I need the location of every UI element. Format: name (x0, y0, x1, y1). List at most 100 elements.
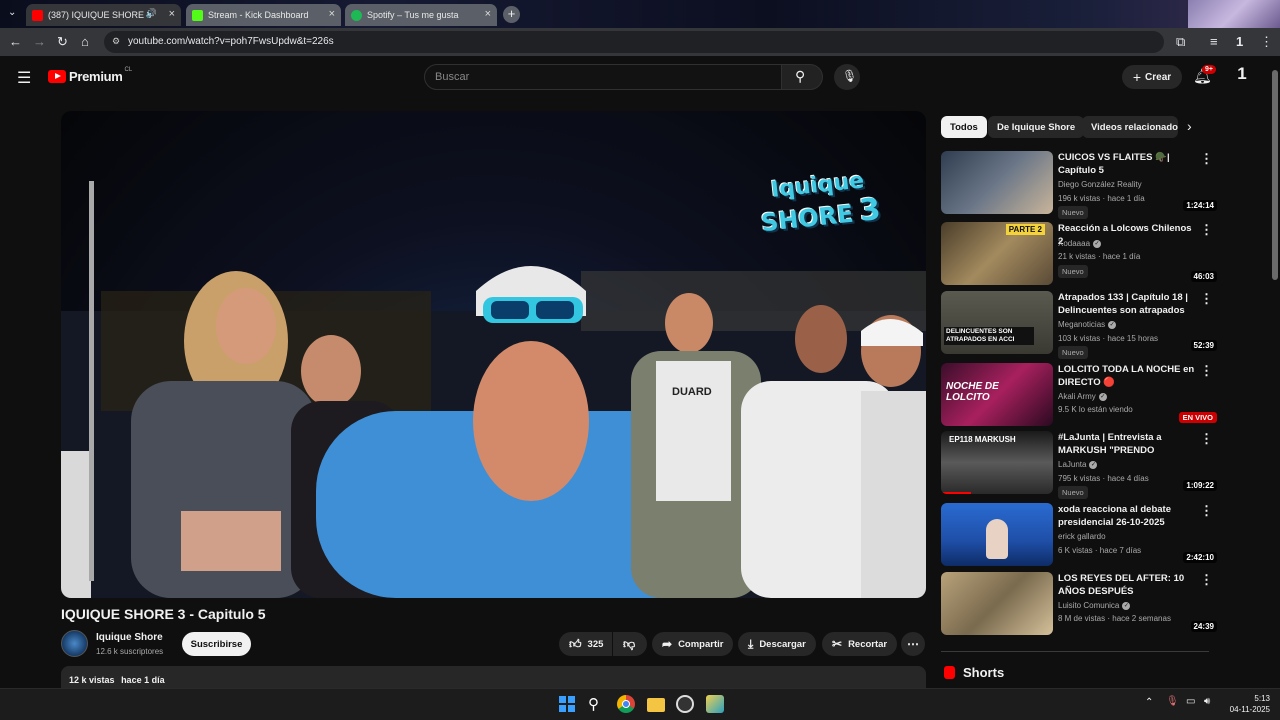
search-placeholder: Buscar (435, 71, 470, 83)
search-input[interactable]: Buscar (424, 64, 782, 90)
video-thumbnail[interactable]: DELINCUENTES SON ATRAPADOS EN ACCI (941, 291, 1053, 354)
share-icon: ➦ (662, 637, 673, 651)
dislike-button[interactable]: 👎︎ (613, 632, 647, 656)
forward-icon[interactable]: → (33, 35, 46, 48)
taskbar-clock[interactable]: 5:13 04-11-2025 (1230, 693, 1270, 715)
thumb-caption: NOCHE DE LOLCITO (946, 381, 999, 403)
site-info-icon[interactable]: ⚙ (112, 36, 120, 47)
rec-title[interactable]: xoda reacciona al debate presidencial 26… (1058, 503, 1195, 529)
rec-channel[interactable]: Akali Army ✓ (1058, 392, 1107, 401)
video-thumbnail[interactable]: NOCHE DE LOLCITO (941, 363, 1053, 426)
channel-avatar[interactable] (61, 630, 88, 657)
iquique-shore-logo: Iquique SHORE 3 (747, 166, 896, 270)
more-actions-button[interactable]: ⋯ (901, 632, 925, 656)
app-icon[interactable] (706, 695, 724, 713)
chip-all[interactable]: Todos (941, 116, 987, 138)
tab-youtube[interactable]: (387) IQUIQUE SHORE 3 🔊 × (26, 4, 181, 26)
tab-kick[interactable]: Stream - Kick Dashboard × (186, 4, 341, 26)
more-options-icon[interactable]: ⋮ (1200, 572, 1213, 588)
more-options-icon[interactable]: ⋮ (1200, 151, 1213, 167)
thumb-caption: EP118 MARKUSH (949, 435, 1016, 444)
tab-search-icon[interactable]: ⌄ (8, 8, 16, 18)
close-tab-icon[interactable]: × (329, 8, 335, 20)
download-button[interactable]: ⤓ Descargar (738, 632, 816, 656)
chip-related[interactable]: Videos relacionados (1082, 116, 1178, 138)
show-hidden-icons-icon[interactable]: ⌃ (1145, 697, 1153, 708)
more-options-icon[interactable]: ⋮ (1200, 222, 1213, 238)
subscribe-button[interactable]: Suscribirse (182, 632, 251, 656)
extensions-icon[interactable]: ⧉ (1176, 35, 1185, 48)
rec-title[interactable]: Atrapados 133 | Capítulo 18 | Delincuent… (1058, 291, 1195, 317)
rec-title[interactable]: CUICOS VS FLAITES 🪖| Capítulo 5 (1058, 151, 1195, 177)
rec-channel[interactable]: Diego González Reality (1058, 180, 1142, 189)
hamburger-menu-icon[interactable]: ☰ (17, 68, 31, 88)
search-button[interactable]: ⚲ (781, 64, 823, 90)
rec-channel[interactable]: erick gallardo (1058, 532, 1106, 541)
share-button[interactable]: ➦ Compartir (652, 632, 734, 656)
rec-channel[interactable]: LaJunta ✓ (1058, 460, 1098, 469)
rec-title[interactable]: #LaJunta | Entrevista a MARKUSH "PRENDO … (1058, 431, 1195, 457)
chrome-icon[interactable] (617, 695, 635, 713)
recommendation-item[interactable]: PARTE 2 46:03 Reacción a Lolcows Chileno… (941, 222, 1221, 286)
audio-icon[interactable]: 🔊 (146, 8, 157, 19)
voice-search-button[interactable]: 🎙︎ (834, 64, 860, 90)
plus-icon: + (1132, 69, 1142, 85)
channel-label: Luisito Comunica (1058, 601, 1120, 610)
more-options-icon[interactable]: ⋮ (1200, 363, 1213, 379)
recommendation-item[interactable]: EP118 MARKUSH 1:09:22 #LaJunta | Entrevi… (941, 431, 1221, 499)
microphone-tray-icon[interactable]: 🎙︎ (1166, 696, 1179, 707)
recommendation-item[interactable]: 2:42:10 xoda reacciona al debate preside… (941, 503, 1221, 567)
profile-icon[interactable]: 1 (1236, 35, 1243, 48)
windows-start-icon[interactable] (558, 695, 576, 713)
download-icon: ⤓ (748, 636, 754, 651)
reload-icon[interactable]: ↻ (57, 35, 68, 48)
file-explorer-icon[interactable] (647, 698, 665, 712)
account-avatar[interactable]: 1 (1231, 64, 1253, 88)
youtube-logo[interactable]: Premium CL (48, 67, 132, 84)
rec-channel[interactable]: Meganoticias ✓ (1058, 320, 1117, 329)
media-controls-icon[interactable]: ≡ (1210, 35, 1218, 48)
video-thumbnail[interactable] (941, 503, 1053, 566)
recommendation-item[interactable]: 1:24:14 CUICOS VS FLAITES 🪖| Capítulo 5 … (941, 151, 1221, 219)
more-options-icon[interactable]: ⋮ (1200, 503, 1213, 519)
rec-meta: 21 k vistas · hace 1 día (1058, 252, 1141, 261)
address-bar[interactable]: ⚙ youtube.com/watch?v=poh7FwsUpdw&t=226s (104, 31, 1164, 53)
chip-from-channel[interactable]: De Iquique Shore (988, 116, 1085, 138)
tab-spotify[interactable]: Spotify – Tus me gusta × (345, 4, 497, 26)
thumb-caption: PARTE 2 (1005, 224, 1045, 235)
more-options-icon[interactable]: ⋮ (1200, 431, 1213, 447)
rec-channel[interactable]: Xodaaaa ✓ (1058, 239, 1102, 248)
recommendation-item[interactable]: NOCHE DE LOLCITO EN VIVO LOLCITO TODA LA… (941, 363, 1221, 427)
video-title: IQUIQUE SHORE 3 - Capitulo 5 (61, 606, 266, 622)
close-tab-icon[interactable]: × (169, 8, 175, 20)
thumb-caption: DELINCUENTES SON ATRAPADOS EN ACCI (944, 327, 1034, 345)
create-button[interactable]: + Crear (1122, 65, 1182, 89)
rec-title[interactable]: LOS REYES DEL AFTER: 10 AÑOS DESPUÉS (1058, 572, 1195, 598)
home-icon[interactable]: ⌂ (81, 35, 89, 48)
like-button[interactable]: 👍︎ 325 (559, 632, 612, 656)
more-options-icon[interactable]: ⋮ (1200, 291, 1213, 307)
clip-button[interactable]: ✂ Recortar (822, 632, 898, 656)
video-thumbnail[interactable]: PARTE 2 (941, 222, 1053, 285)
close-tab-icon[interactable]: × (485, 8, 491, 20)
recommendation-item[interactable]: DELINCUENTES SON ATRAPADOS EN ACCI 52:39… (941, 291, 1221, 359)
chips-next-chevron-icon[interactable]: › (1187, 118, 1192, 134)
recommendation-item[interactable]: 24:39 LOS REYES DEL AFTER: 10 AÑOS DESPU… (941, 572, 1221, 636)
duration-badge: 24:39 (1190, 621, 1217, 632)
spotify-favicon-icon (351, 9, 362, 21)
display-tray-icon[interactable]: ▭ (1186, 696, 1195, 707)
channel-name[interactable]: Iquique Shore (96, 632, 163, 643)
rec-title[interactable]: LOLCITO TODA LA NOCHE en DIRECTO 🔴 (1058, 363, 1195, 389)
search-icon[interactable]: ⚲ (588, 695, 606, 713)
video-thumbnail[interactable] (941, 572, 1053, 635)
rec-channel[interactable]: Luisito Comunica ✓ (1058, 601, 1131, 610)
back-icon[interactable]: ← (9, 35, 22, 48)
new-tab-button[interactable]: + (503, 6, 520, 23)
volume-tray-icon[interactable]: 🔊︎ (1204, 696, 1210, 707)
video-thumbnail[interactable]: EP118 MARKUSH (941, 431, 1053, 494)
menu-icon[interactable]: ⋮ (1260, 35, 1273, 48)
video-player[interactable]: DUARD Iquique SHORE 3 (61, 111, 926, 598)
scrollbar-thumb[interactable] (1272, 70, 1278, 280)
obs-icon[interactable] (676, 695, 694, 713)
video-thumbnail[interactable] (941, 151, 1053, 214)
